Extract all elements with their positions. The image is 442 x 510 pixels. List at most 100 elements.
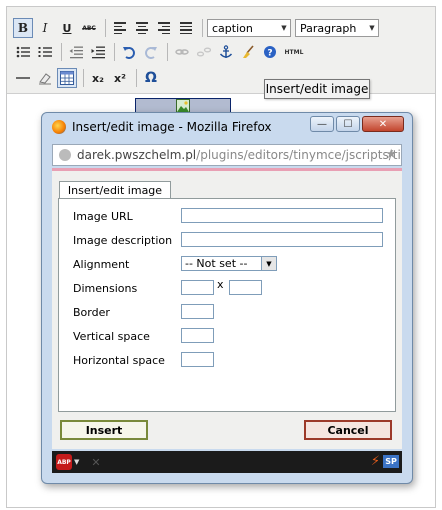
toolbar-separator (61, 43, 62, 61)
align-left-button[interactable] (110, 18, 130, 38)
eraser-icon (39, 73, 51, 85)
horizontal-space-input[interactable] (181, 352, 214, 367)
border-input[interactable] (181, 304, 214, 319)
svg-text:?: ? (267, 49, 272, 59)
url-domain: darek.pwszchelm.pl (77, 148, 197, 162)
image-description-input[interactable] (181, 232, 383, 247)
alignment-select[interactable]: -- Not set -- ▼ (181, 256, 277, 271)
tab-insert-edit-image[interactable]: Insert/edit image (59, 181, 171, 198)
image-url-input[interactable] (181, 208, 383, 223)
cancel-button[interactable]: Cancel (304, 420, 392, 440)
unlink-icon (197, 47, 211, 57)
numbered-list-button[interactable] (35, 42, 55, 62)
underline-button[interactable]: U (57, 18, 77, 38)
outdent-icon (69, 46, 83, 59)
window-title: Insert/edit image - Mozilla Firefox (72, 120, 272, 134)
style-select-value: caption (212, 21, 253, 35)
browser-statusbar: ABP ▼ ✕ ⚡ SP (52, 451, 402, 473)
italic-button[interactable]: I (35, 18, 55, 38)
remove-format-button[interactable] (35, 68, 55, 88)
height-input[interactable] (229, 280, 262, 295)
image-url-label: Image URL (73, 210, 133, 223)
numbered-list-icon (38, 47, 52, 57)
superscript-button[interactable]: x² (110, 68, 130, 88)
chevron-down-icon: ▼ (261, 257, 276, 270)
format-select[interactable]: Paragraph ▼ (295, 19, 379, 37)
unlink-button[interactable] (194, 42, 214, 62)
toolbar-separator (167, 43, 168, 61)
strikethrough-button[interactable]: ABC (79, 18, 99, 38)
url-path: /plugins/editors/tinymce/jscripts/tin (196, 148, 402, 162)
editor-toolbar: B I U ABC caption ▼ Paragraph ▼ ? HTML x… (7, 7, 435, 113)
toolbar-row-2: ? HTML (13, 41, 308, 113)
star-icon[interactable]: ★ (385, 147, 397, 162)
width-input[interactable] (181, 280, 214, 295)
chevron-down-icon: ▼ (281, 24, 287, 32)
popup-window: Insert/edit image - Mozilla Firefox — ☐ … (41, 112, 413, 484)
cleanup-button[interactable] (238, 42, 258, 62)
link-icon (175, 49, 189, 55)
format-select-value: Paragraph (300, 21, 357, 35)
close-window-button[interactable]: ✕ (362, 116, 404, 132)
window-controls: — ☐ ✕ (308, 116, 404, 132)
chevron-down-icon[interactable]: ▼ (74, 458, 79, 466)
image-icon (176, 98, 190, 113)
anchor-button[interactable] (216, 42, 236, 62)
html-source-button[interactable]: HTML (282, 42, 306, 62)
dialog-content: Insert/edit image Image URL Image descri… (52, 171, 402, 449)
align-center-icon (136, 22, 148, 34)
align-right-button[interactable] (154, 18, 174, 38)
horizontal-space-label: Horizontal space (73, 354, 165, 367)
redo-button[interactable] (141, 42, 161, 62)
bullet-list-icon (16, 46, 30, 58)
bullet-list-button[interactable] (13, 42, 33, 62)
tooltip: Insert/edit image (264, 79, 370, 99)
window-titlebar[interactable]: Insert/edit image - Mozilla Firefox — ☐ … (42, 113, 412, 141)
close-icon[interactable]: ✕ (91, 456, 100, 469)
broom-icon (243, 45, 254, 58)
chevron-down-icon: ▼ (369, 24, 375, 32)
vertical-space-label: Vertical space (73, 330, 150, 343)
align-left-icon (114, 22, 126, 34)
horizontal-rule-button[interactable] (13, 68, 33, 88)
help-button[interactable]: ? (260, 42, 280, 62)
lightning-icon[interactable]: ⚡ (371, 454, 380, 469)
subscript-button[interactable]: x₂ (88, 68, 108, 88)
toolbar-separator (105, 19, 106, 37)
link-button[interactable] (172, 42, 192, 62)
bold-button[interactable]: B (13, 18, 33, 38)
help-icon: ? (264, 46, 276, 59)
toolbar-row-1: B I U ABC caption ▼ Paragraph ▼ (13, 17, 383, 39)
outdent-button[interactable] (66, 42, 86, 62)
toolbar-separator (136, 69, 137, 87)
toolbar-separator (83, 69, 84, 87)
alignment-value: -- Not set -- (185, 257, 248, 270)
dimensions-label: Dimensions (73, 282, 138, 295)
align-center-button[interactable] (132, 18, 152, 38)
minimize-button[interactable]: — (310, 116, 334, 132)
indent-icon (91, 46, 105, 59)
indent-button[interactable] (88, 42, 108, 62)
special-char-button[interactable]: Ω (141, 68, 161, 88)
adblock-icon[interactable]: ABP (56, 454, 72, 470)
table-icon (60, 71, 74, 85)
anchor-icon (219, 45, 233, 58)
globe-icon (59, 149, 71, 161)
vertical-space-input[interactable] (181, 328, 214, 343)
maximize-button[interactable]: ☐ (336, 116, 360, 132)
border-label: Border (73, 306, 110, 319)
firefox-icon (52, 120, 66, 134)
horizontal-rule-icon (16, 77, 30, 79)
align-justify-icon (180, 22, 192, 34)
url-bar[interactable]: darek.pwszchelm.pl/plugins/editors/tinym… (52, 144, 402, 166)
alignment-label: Alignment (73, 258, 130, 271)
style-select[interactable]: caption ▼ (207, 19, 291, 37)
general-panel: Image URL Image description Alignment --… (58, 198, 396, 412)
table-button[interactable] (57, 68, 77, 88)
sp-icon[interactable]: SP (383, 455, 399, 468)
insert-button[interactable]: Insert (60, 420, 148, 440)
insert-image-button[interactable] (135, 98, 231, 113)
align-justify-button[interactable] (176, 18, 196, 38)
undo-button[interactable] (119, 42, 139, 62)
image-description-label: Image description (73, 234, 173, 247)
